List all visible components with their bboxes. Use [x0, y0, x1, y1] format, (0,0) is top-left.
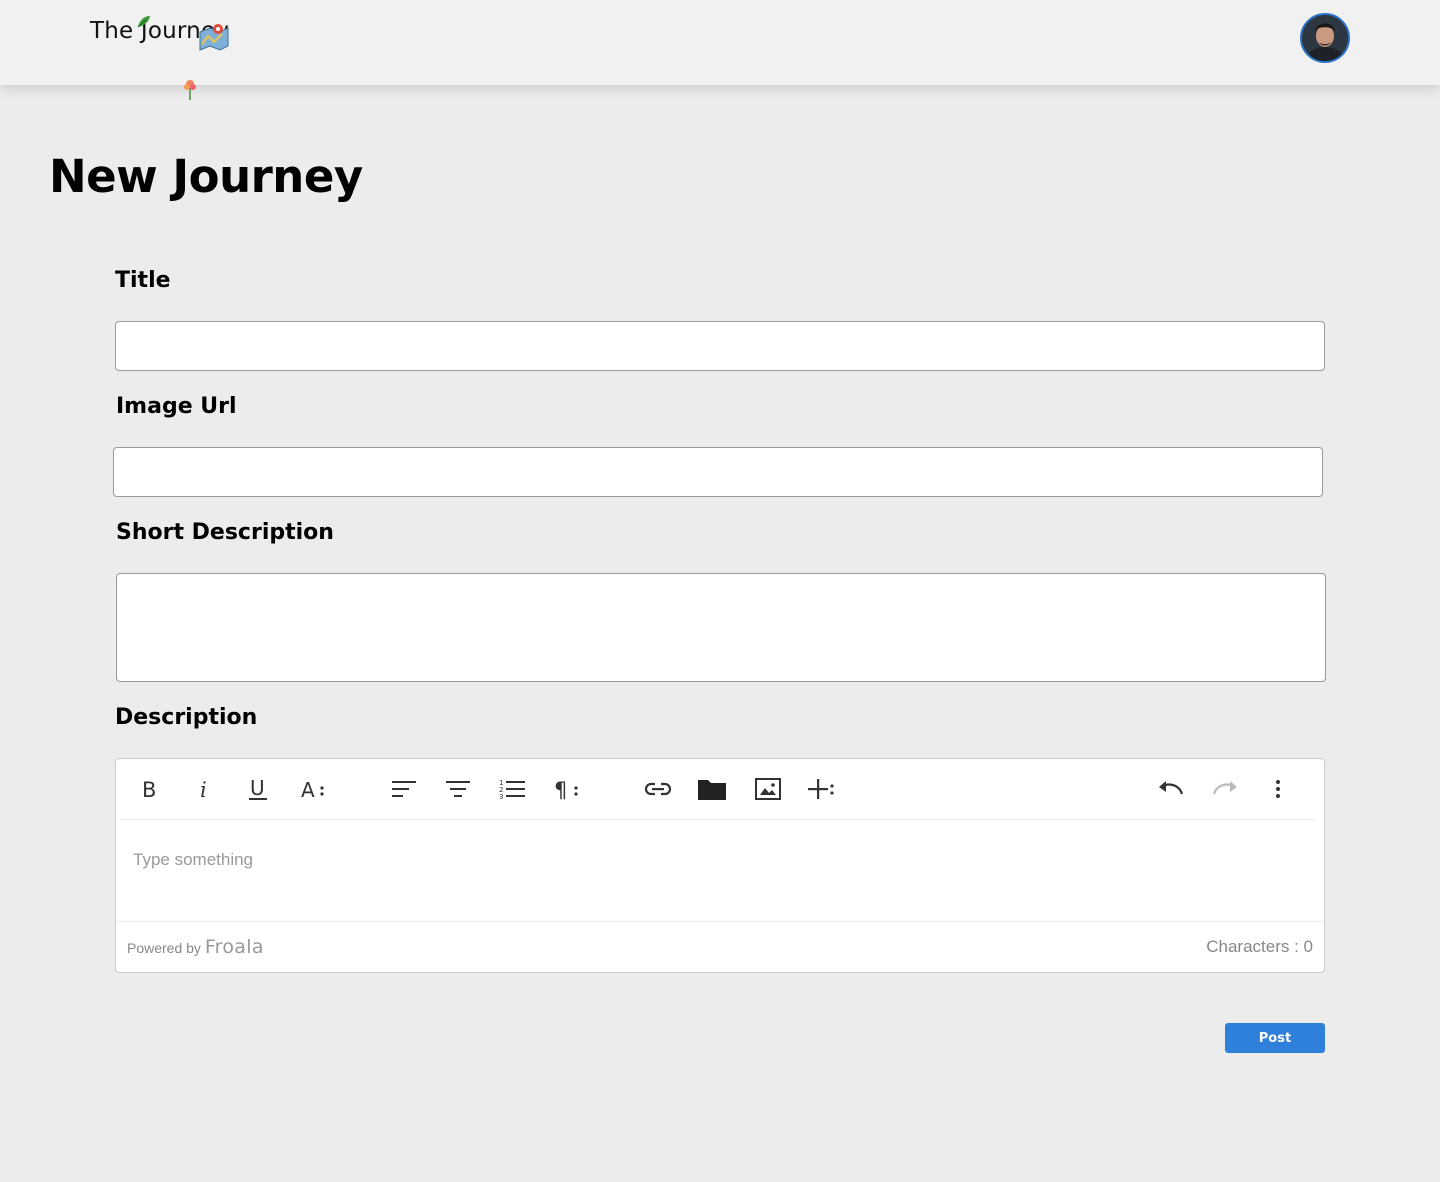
short-description-input[interactable]	[116, 573, 1326, 682]
bold-button[interactable]: B	[133, 773, 167, 805]
editor-footer: Powered by Froala Characters : 0	[116, 921, 1324, 972]
align-center-button[interactable]	[441, 773, 475, 805]
underline-icon: U	[249, 777, 267, 800]
more-vertical-icon	[1276, 780, 1280, 798]
image-icon	[755, 778, 781, 800]
page-title: New Journey	[49, 150, 363, 203]
editor-toolbar: B i U A 1 2 3 ¶	[120, 759, 1316, 820]
svg-text:i: i	[200, 778, 207, 800]
avatar-icon	[1302, 15, 1348, 61]
bold-icon: B	[142, 778, 156, 800]
link-icon	[644, 782, 672, 796]
svg-text:3: 3	[499, 793, 503, 800]
ordered-list-button[interactable]: 1 2 3	[495, 773, 529, 805]
editor-content-area[interactable]: Type something	[133, 850, 253, 870]
top-nav-bar: The Journey	[0, 0, 1440, 100]
insert-image-button[interactable]	[751, 773, 785, 805]
redo-icon	[1212, 781, 1237, 795]
powered-by-text: Powered by	[127, 940, 201, 956]
undo-button[interactable]	[1154, 773, 1188, 805]
image-url-input[interactable]	[113, 447, 1323, 497]
underline-button[interactable]: U	[241, 773, 275, 805]
align-left-button[interactable]	[387, 773, 421, 805]
font-size-icon: A	[301, 778, 324, 800]
character-count: Characters : 0	[1206, 937, 1313, 956]
image-url-label: Image Url	[116, 394, 237, 419]
align-center-icon	[446, 781, 470, 797]
short-description-label: Short Description	[116, 520, 334, 545]
rich-text-editor: B i U A 1 2 3 ¶ Type something Powered b…	[115, 758, 1325, 973]
map-pin-icon	[199, 24, 229, 51]
description-label: Description	[115, 705, 258, 730]
insert-link-button[interactable]	[641, 773, 675, 805]
paragraph-format-button[interactable]: ¶	[550, 773, 584, 805]
leaf-icon	[137, 16, 150, 28]
flower-icon	[184, 80, 196, 100]
svg-text:U: U	[250, 777, 265, 800]
paragraph-format-icon: ¶	[554, 778, 578, 800]
svg-text:A: A	[301, 778, 315, 800]
svg-text:¶: ¶	[554, 778, 567, 800]
svg-text:B: B	[142, 778, 156, 800]
ordered-list-icon: 1 2 3	[499, 779, 525, 800]
font-size-button[interactable]: A	[296, 773, 330, 805]
insert-file-button[interactable]	[695, 773, 729, 805]
title-input[interactable]	[115, 321, 1325, 371]
insert-more-icon	[808, 779, 834, 799]
powered-by-label[interactable]: Powered by Froala	[127, 936, 264, 958]
italic-icon: i	[200, 778, 207, 800]
more-options-button[interactable]	[1261, 773, 1295, 805]
italic-button[interactable]: i	[187, 773, 221, 805]
post-button[interactable]: Post	[1225, 1023, 1325, 1053]
insert-more-button[interactable]	[805, 773, 839, 805]
align-left-icon	[392, 781, 416, 797]
folder-icon	[698, 780, 726, 800]
froala-logo: Froala	[204, 936, 264, 958]
redo-button[interactable]	[1208, 773, 1242, 805]
undo-icon	[1159, 781, 1184, 795]
user-avatar[interactable]	[1300, 13, 1350, 63]
title-label: Title	[115, 268, 171, 293]
